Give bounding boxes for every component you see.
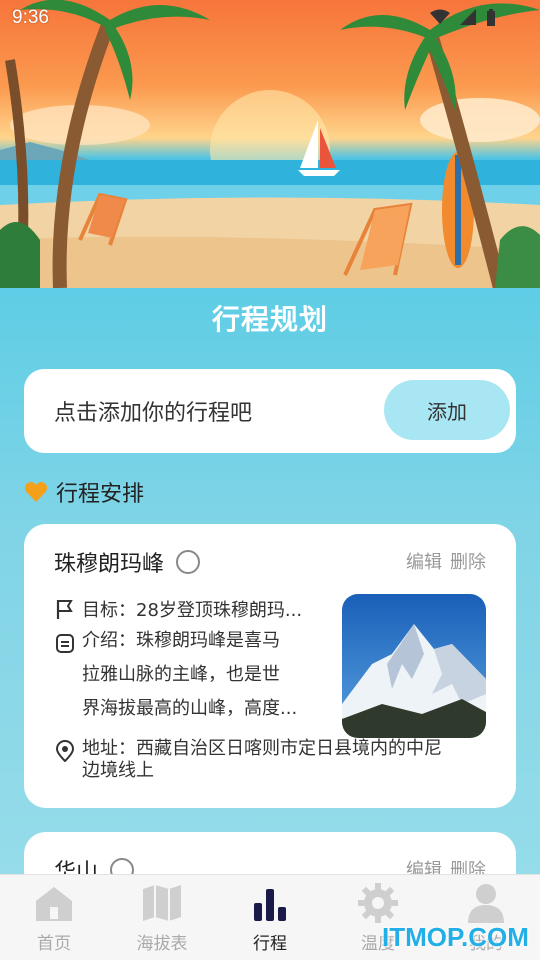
flag-icon [56, 600, 73, 619]
trip-title: 珠穆朗玛峰 [54, 552, 165, 577]
trip-intro: 介绍：珠穆朗玛峰是喜马 拉雅山脉的主峰，也是世 界海拔最高的山峰，高度... [82, 624, 297, 726]
trip-intro-line: 界海拔最高的山峰，高度... [82, 698, 298, 719]
add-trip-hint: 点击添加你的行程吧 [54, 401, 253, 426]
trip-intro-row: 介绍：珠穆朗玛峰是喜马 拉雅山脉的主峰，也是世 界海拔最高的山峰，高度... [54, 630, 297, 726]
hero-banner-image [0, 0, 540, 288]
tab-label: 首页 [37, 934, 71, 954]
tab-trip[interactable]: 行程 [216, 875, 324, 960]
map-icon [143, 885, 181, 921]
complete-radio[interactable] [176, 550, 201, 574]
beach-illustration [0, 0, 540, 288]
edit-button[interactable]: 编辑 [406, 548, 442, 574]
tab-label: 海拔表 [136, 934, 188, 954]
trip-card[interactable]: 珠穆朗玛峰 编辑 删除 目标：28岁登顶珠穆朗玛... 介绍：珠穆朗玛峰是喜马 … [24, 524, 516, 808]
watermark-logo: ITMOP.COM [382, 922, 529, 952]
signal-icon [460, 9, 476, 31]
trip-actions: 编辑 删除 [406, 548, 486, 574]
trip-intro-line: 介绍：珠穆朗玛峰是喜马 [82, 630, 280, 651]
user-icon [468, 884, 504, 923]
document-icon [56, 634, 74, 653]
delete-button[interactable]: 删除 [450, 548, 486, 574]
trip-goal: 目标：28岁登顶珠穆朗玛... [82, 600, 303, 621]
bar-chart-icon [254, 889, 286, 921]
status-time: 9:36 [12, 7, 49, 28]
trip-intro-line: 拉雅山脉的主峰，也是世 [82, 664, 280, 685]
trip-address: 地址：西藏自治区日喀则市定日县境内的中尼 边境线上 [82, 738, 442, 782]
tab-label: 行程 [253, 934, 287, 954]
snowy-mountain-photo [342, 594, 486, 738]
trip-goal-row: 目标：28岁登顶珠穆朗玛... [54, 596, 302, 622]
trip-title-row: 珠穆朗玛峰 [54, 546, 201, 578]
trip-address-line: 边境线上 [82, 760, 154, 781]
section-header: 行程安排 [24, 476, 144, 508]
tab-home[interactable]: 首页 [0, 875, 108, 960]
add-trip-button[interactable]: 添加 [384, 380, 510, 440]
gear-icon [358, 883, 398, 923]
wifi-icon [430, 9, 450, 31]
status-icons [430, 9, 496, 31]
trip-address-row: 地址：西藏自治区日喀则市定日县境内的中尼 边境线上 [54, 738, 442, 782]
section-title: 行程安排 [56, 482, 145, 507]
location-pin-icon [55, 740, 75, 762]
trip-address-line: 地址：西藏自治区日喀则市定日县境内的中尼 [82, 738, 442, 759]
page-title: 行程规划 [211, 303, 328, 336]
home-icon [36, 887, 72, 921]
add-trip-box[interactable]: 点击添加你的行程吧 添加 [24, 369, 516, 453]
heart-icon [24, 482, 48, 502]
status-bar: 9:36 [0, 0, 540, 36]
tab-altitude[interactable]: 海拔表 [108, 875, 216, 960]
battery-icon [486, 9, 496, 31]
